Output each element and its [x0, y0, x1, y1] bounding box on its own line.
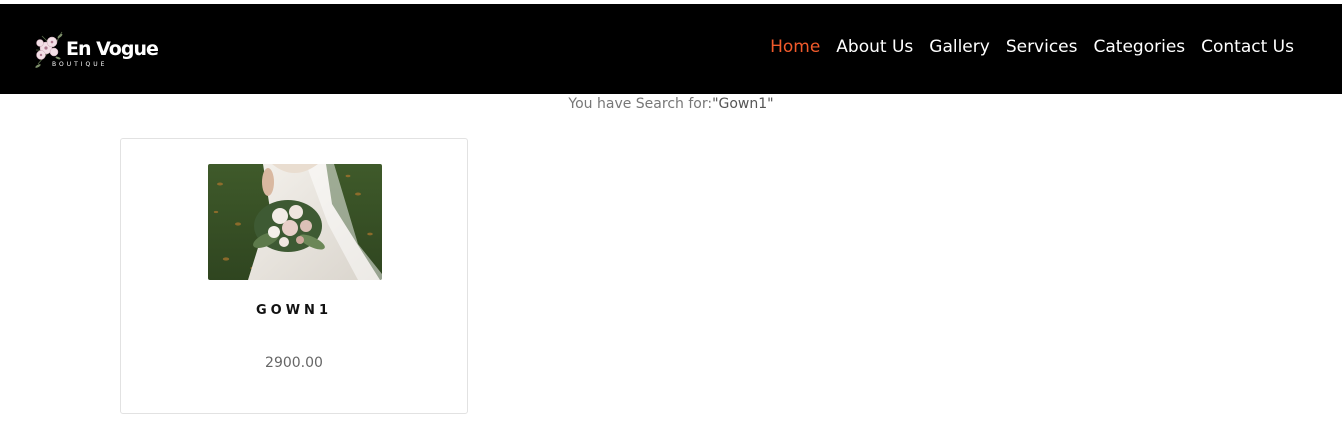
product-card[interactable]: GOWN1 2900.00	[120, 138, 468, 414]
product-title[interactable]: GOWN1	[121, 303, 467, 318]
nav-item-home[interactable]: Home	[770, 37, 820, 57]
search-query: "Gown1"	[712, 96, 774, 112]
navbar: En Vogue BOUTIQUE Home About Us Gallery …	[0, 4, 1342, 94]
nav-item-about-us[interactable]: About Us	[836, 37, 913, 57]
brand-logo[interactable]: En Vogue BOUTIQUE	[32, 24, 162, 78]
brand-tagline: BOUTIQUE	[52, 61, 108, 68]
nav-item-services[interactable]: Services	[1006, 37, 1078, 57]
nav-item-categories[interactable]: Categories	[1094, 37, 1186, 57]
nav-item-contact-us[interactable]: Contact Us	[1201, 37, 1294, 57]
search-prefix: You have Search for:	[568, 96, 713, 112]
product-image[interactable]	[208, 164, 382, 280]
nav-item-gallery[interactable]: Gallery	[929, 37, 990, 57]
search-summary: You have Search for:"Gown1"	[0, 96, 1342, 112]
brand-name: En Vogue	[66, 38, 159, 60]
bride-bouquet-photo	[208, 164, 382, 280]
product-price: 2900.00	[265, 355, 323, 371]
main-nav: Home About Us Gallery Services Categorie…	[770, 37, 1294, 57]
